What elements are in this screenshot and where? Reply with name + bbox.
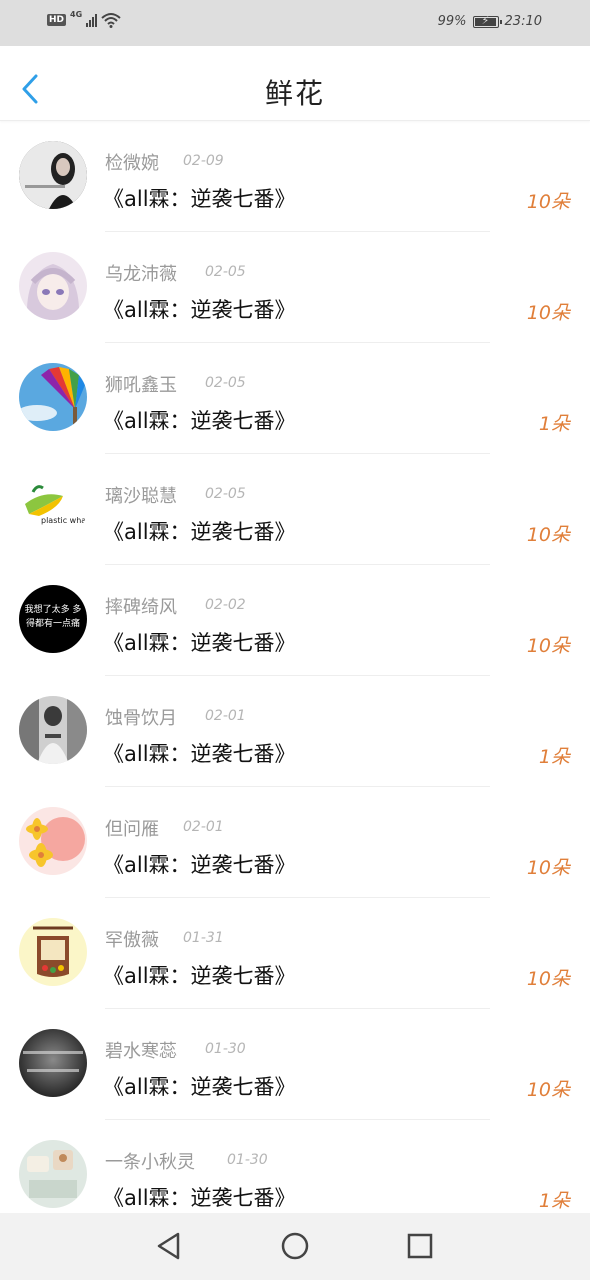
- battery-icon: ⚡: [472, 14, 502, 28]
- date: 02-02: [205, 597, 246, 613]
- date: 02-05: [205, 264, 246, 280]
- user-name[interactable]: 乌龙沛薇: [105, 260, 177, 286]
- flower-count: 10朵: [526, 968, 570, 990]
- list-item[interactable]: 蚀骨饮月 02-01 《all霖：逆袭七番》 1朵: [0, 676, 590, 787]
- list-item[interactable]: plastic whale 璃沙聪慧 02-05 《all霖：逆袭七番》 10朵: [0, 454, 590, 565]
- avatar[interactable]: [19, 363, 87, 431]
- date: 01-31: [183, 930, 224, 946]
- flower-count: 10朵: [526, 635, 570, 657]
- book-title[interactable]: 《all霖：逆袭七番》: [103, 405, 296, 435]
- signal-icon: [86, 13, 98, 27]
- square-recents-icon[interactable]: [405, 1231, 435, 1261]
- flower-count: 1朵: [538, 1190, 570, 1212]
- avatar-caption: 我想了太多 多得都有一点痛: [24, 605, 82, 629]
- book-title[interactable]: 《all霖：逆袭七番》: [103, 1182, 296, 1212]
- network-type: 4G: [70, 9, 83, 19]
- user-name[interactable]: 摔碑绮风: [105, 593, 177, 619]
- date: 02-05: [205, 375, 246, 391]
- flower-count: 10朵: [526, 524, 570, 546]
- list-item[interactable]: 罕傲薇 01-31 《all霖：逆袭七番》 10朵: [0, 898, 590, 1009]
- avatar-caption: plastic whale: [41, 516, 87, 525]
- book-title[interactable]: 《all霖：逆袭七番》: [103, 960, 296, 990]
- status-left: HD 4G: [47, 9, 121, 28]
- date: 02-09: [183, 153, 224, 169]
- flower-count: 1朵: [538, 746, 570, 768]
- book-title[interactable]: 《all霖：逆袭七番》: [103, 516, 296, 546]
- avatar[interactable]: [19, 141, 87, 209]
- triangle-back-icon[interactable]: [154, 1231, 184, 1261]
- book-title[interactable]: 《all霖：逆袭七番》: [103, 849, 296, 879]
- avatar[interactable]: [19, 1140, 87, 1208]
- list-item[interactable]: 检微婉 02-09 《all霖：逆袭七番》 10朵: [0, 121, 590, 232]
- avatar[interactable]: [19, 1029, 87, 1097]
- avatar[interactable]: 我想了太多 多得都有一点痛: [19, 585, 87, 653]
- user-name[interactable]: 但问雁: [105, 815, 159, 841]
- list-item[interactable]: 乌龙沛薇 02-05 《all霖：逆袭七番》 10朵: [0, 232, 590, 343]
- date: 01-30: [205, 1041, 246, 1057]
- date: 02-05: [205, 486, 246, 502]
- flower-count: 10朵: [526, 302, 570, 324]
- date: 01-30: [227, 1152, 268, 1168]
- status-right: 99% ⚡ 23:10: [437, 14, 542, 30]
- list-item[interactable]: 碧水寒蕊 01-30 《all霖：逆袭七番》 10朵: [0, 1009, 590, 1120]
- flower-count: 1朵: [538, 413, 570, 435]
- wifi-icon: [101, 13, 121, 28]
- circle-home-icon[interactable]: [280, 1231, 310, 1261]
- user-name[interactable]: 蚀骨饮月: [105, 704, 177, 730]
- app-header: 鲜花: [0, 46, 590, 121]
- flower-count: 10朵: [526, 1079, 570, 1101]
- user-name[interactable]: 一条小秋灵: [105, 1148, 195, 1174]
- user-name[interactable]: 检微婉: [105, 149, 159, 175]
- date: 02-01: [183, 819, 224, 835]
- book-title[interactable]: 《all霖：逆袭七番》: [103, 294, 296, 324]
- battery-percent: 99%: [437, 14, 467, 29]
- flower-count: 10朵: [526, 857, 570, 879]
- page-title: 鲜花: [264, 77, 325, 110]
- status-bar: HD 4G 99% ⚡ 23:10: [0, 0, 590, 46]
- book-title[interactable]: 《all霖：逆袭七番》: [103, 738, 296, 768]
- hd-badge: HD: [47, 14, 67, 26]
- book-title[interactable]: 《all霖：逆袭七番》: [103, 183, 296, 213]
- user-name[interactable]: 碧水寒蕊: [105, 1037, 177, 1063]
- avatar[interactable]: [19, 696, 87, 764]
- date: 02-01: [205, 708, 246, 724]
- book-title[interactable]: 《all霖：逆袭七番》: [103, 1071, 296, 1101]
- user-name[interactable]: 狮吼鑫玉: [105, 371, 177, 397]
- avatar[interactable]: [19, 807, 87, 875]
- clock: 23:10: [504, 14, 542, 29]
- list-item[interactable]: 狮吼鑫玉 02-05 《all霖：逆袭七番》 1朵: [0, 343, 590, 454]
- list-item[interactable]: 但问雁 02-01 《all霖：逆袭七番》 10朵: [0, 787, 590, 898]
- user-name[interactable]: 罕傲薇: [105, 926, 159, 952]
- avatar[interactable]: [19, 252, 87, 320]
- book-title[interactable]: 《all霖：逆袭七番》: [103, 627, 296, 657]
- list-item[interactable]: 我想了太多 多得都有一点痛 摔碑绮风 02-02 《all霖：逆袭七番》 10朵: [0, 565, 590, 676]
- avatar[interactable]: [19, 918, 87, 986]
- system-navigation-bar: [0, 1213, 590, 1280]
- flower-list: 检微婉 02-09 《all霖：逆袭七番》 10朵 乌龙沛薇 02-05 《al…: [0, 121, 590, 1231]
- avatar[interactable]: plastic whale: [19, 474, 87, 542]
- user-name[interactable]: 璃沙聪慧: [105, 482, 177, 508]
- flower-count: 10朵: [526, 191, 570, 213]
